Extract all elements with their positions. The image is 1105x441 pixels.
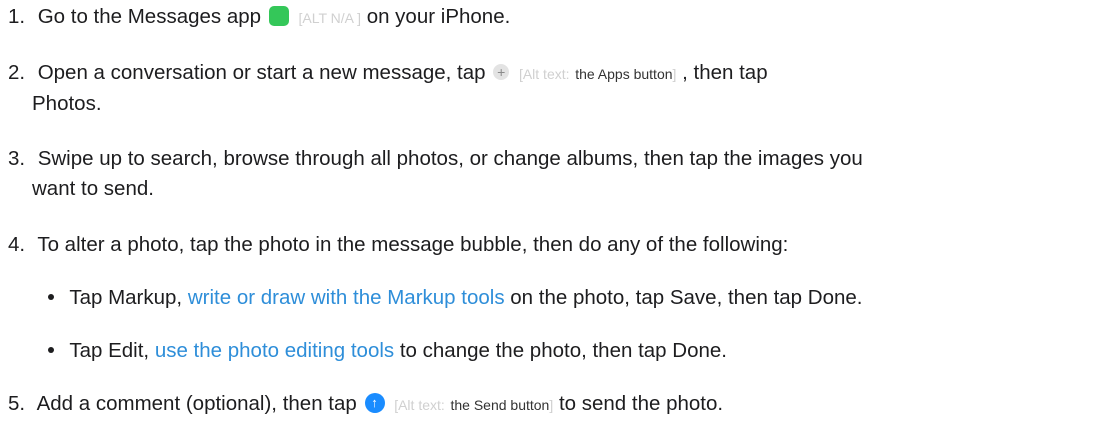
alt-text-value: the Send button: [450, 397, 550, 413]
step-text-continued: Photos.: [32, 92, 102, 115]
alt-text-note: [ALT N/A ]: [298, 10, 361, 26]
step-text: on your iPhone.: [366, 5, 511, 28]
alt-text-value: the Apps button: [575, 66, 673, 82]
step-number: 4.: [8, 233, 26, 256]
step-text: Open a conversation or start a new messa…: [37, 61, 486, 84]
step-number: 1.: [8, 5, 26, 28]
markup-tools-link[interactable]: write or draw with the Markup tools: [188, 286, 505, 309]
bullet-edit: Tap Edit, use the photo editing tools to…: [48, 336, 727, 366]
step-text: Add a comment (optional), then tap: [36, 392, 357, 415]
step-5: 5. Add a comment (optional), then tap ↑ …: [8, 389, 723, 420]
step-2: 2. Open a conversation or start a new me…: [8, 58, 768, 119]
send-arrow-icon: ↑: [364, 392, 385, 413]
step-text: Go to the Messages app: [37, 5, 262, 28]
step-number: 5.: [8, 392, 26, 415]
alt-text-prefix: [Alt text:: [394, 397, 445, 413]
step-4: 4. To alter a photo, tap the photo in th…: [8, 230, 788, 260]
bullet-text: Tap Markup,: [69, 286, 183, 309]
step-text: , then tap: [682, 61, 768, 84]
step-text-continued: want to send.: [32, 177, 154, 200]
plus-icon: +: [493, 63, 510, 80]
step-text: To alter a photo, tap the photo in the m…: [37, 233, 789, 256]
photo-editing-tools-link[interactable]: use the photo editing tools: [155, 339, 394, 362]
bullet-text: to change the photo, then tap Done.: [399, 339, 727, 362]
bullet-dot: [48, 346, 54, 353]
alt-text-suffix: ]: [549, 397, 554, 413]
step-3: 3. Swipe up to search, browse through al…: [8, 144, 863, 204]
bullet-markup: Tap Markup, write or draw with the Marku…: [48, 283, 862, 313]
step-text: Swipe up to search, browse through all p…: [37, 147, 863, 170]
alt-text-suffix: ]: [672, 66, 677, 82]
messages-app-icon: [268, 5, 289, 26]
bullet-text: on the photo, tap Save, then tap Done.: [510, 286, 863, 309]
step-text: to send the photo.: [558, 392, 724, 415]
step-1: 1. Go to the Messages app [ALT N/A ] on …: [8, 2, 510, 33]
bullet-text: Tap Edit,: [69, 339, 150, 362]
alt-text-prefix: [Alt text:: [518, 66, 570, 82]
bullet-dot: [48, 293, 54, 300]
step-number: 3.: [8, 147, 26, 170]
step-number: 2.: [8, 61, 26, 84]
